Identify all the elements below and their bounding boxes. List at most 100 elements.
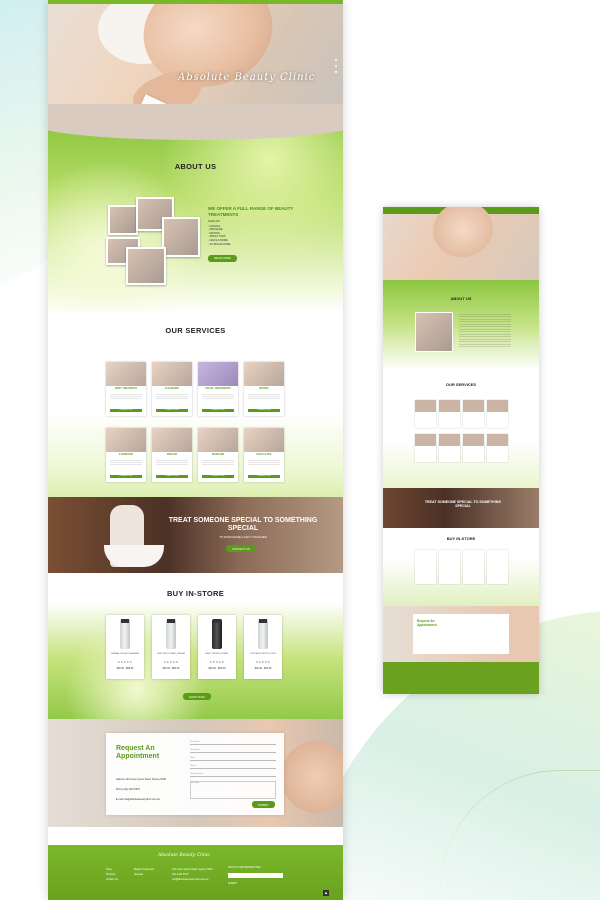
product-name: SKIN SMOOTHING CREAM (157, 653, 185, 655)
product-image (212, 619, 222, 649)
mini-hero (383, 207, 539, 280)
about-intro: SUCH AS: (208, 220, 221, 223)
shop-now-button[interactable]: SHOP NOW (183, 693, 211, 700)
learn-more-button[interactable]: LEARN MORE (110, 474, 142, 478)
phone-label: Phone (116, 788, 123, 791)
mini-voucher-title: TREAT SOMEONE SPECIAL TO SOMETHING SPECI… (424, 500, 502, 508)
service-label: SKINCARE (198, 452, 238, 457)
date-field[interactable]: Preferred Date (190, 773, 276, 777)
product-rating: ★★★★★ (163, 660, 179, 664)
service-card[interactable]: WAXING LEARN MORE (244, 362, 284, 416)
store-title: BUY IN-STORE (166, 589, 225, 598)
form-fields: First Name Last Name Email Phone Preferr… (190, 741, 276, 803)
footer-link[interactable]: Contact Us (106, 877, 118, 882)
voucher-bathtub-image (104, 545, 164, 567)
phone-field[interactable]: Phone (190, 765, 276, 769)
service-card[interactable]: MAKEUP LEARN MORE (152, 428, 192, 482)
service-card[interactable]: EYEBROWS LEARN MORE (106, 428, 146, 482)
about-title: ABOUT US (174, 162, 217, 171)
contact-info: Address 123 Lorem Ipsum Road, Sydney NSW… (116, 775, 186, 805)
gift-voucher-banner: TREAT SOMEONE SPECIAL TO SOMETHING SPECI… (48, 497, 343, 573)
footer-email: info@absolutebeautyclinic.com.au (172, 878, 209, 881)
slider-dots[interactable] (335, 59, 337, 73)
footer-links-col1: Home Products Contact Us (106, 867, 118, 882)
email-value[interactable]: info@absolutebeautyclinic.com.au (123, 798, 159, 801)
footer: Absolute Beauty Clinic Home Products Con… (48, 845, 343, 900)
service-label: NAILS & SPA (244, 452, 284, 457)
service-label: EYEBROWS (106, 452, 146, 457)
product-rating: ★★★★★ (255, 660, 271, 664)
email-label: E-mail (116, 798, 123, 801)
service-card[interactable]: NAILS & SPA LEARN MORE (244, 428, 284, 482)
last-name-field[interactable]: Last Name (190, 749, 276, 753)
service-label: MAKEUP (152, 452, 192, 457)
service-card[interactable]: CLEANSING LEARN MORE (152, 362, 192, 416)
newsletter-input[interactable] (228, 873, 283, 878)
brand-logo[interactable]: Absolute Beauty Clinic (178, 72, 315, 83)
service-image (244, 362, 284, 386)
appointment-face-image (281, 741, 343, 813)
service-label: CLEANSING (152, 386, 192, 391)
footer-contact: 123 Lorem Ipsum Road, Sydney NSW (02) 12… (172, 867, 213, 882)
service-card[interactable]: BODY TREATMENT LEARN MORE (106, 362, 146, 416)
hero-curve (48, 104, 343, 140)
appointment-form: Request An Appointment Address 123 Lorem… (106, 733, 284, 815)
mini-services: OUR SERVICES (383, 370, 539, 488)
contact-us-button[interactable]: CONTACT US (226, 545, 256, 552)
product-card[interactable]: DERMALOGICA CLEANSER ★★★★★ $35.00 - $58.00 (106, 615, 144, 679)
services-title: OUR SERVICES (165, 326, 226, 335)
message-field[interactable]: Message (190, 781, 276, 799)
product-row: DERMALOGICA CLEANSER ★★★★★ $35.00 - $58.00… (106, 615, 282, 679)
newsletter-submit[interactable]: SUBMIT (228, 881, 237, 886)
read-more-button[interactable]: READ MORE (208, 254, 237, 262)
footer-link[interactable]: Specials (134, 872, 154, 877)
service-label: WAXING (244, 386, 284, 391)
address-value: 123 Lorem Ipsum Road, Sydney NSW (125, 778, 166, 781)
email-field[interactable]: Email (190, 757, 276, 761)
appointment-title: Request An Appointment (116, 745, 160, 760)
service-image (106, 428, 146, 452)
product-name: DERMALOGICA CLEANSER (110, 653, 140, 655)
scroll-top-icon[interactable]: ▲ (323, 890, 329, 896)
services-section: OUR SERVICES BODY TREATMENT LEARN MORE CL… (48, 312, 343, 497)
product-rating: ★★★★★ (117, 660, 133, 664)
learn-more-button[interactable]: LEARN MORE (156, 474, 188, 478)
product-price: $35.00 - $58.00 (116, 667, 134, 670)
mini-appointment: Request An Appointment (383, 606, 539, 662)
product-card[interactable]: DAILY MICROFOLIANT ★★★★★ $40.00 - $65.00 (198, 615, 236, 679)
store-section: BUY IN-STORE DERMALOGICA CLEANSER ★★★★★ $3… (48, 573, 343, 719)
presentation-canvas: Absolute Beauty Clinic ABOUT US WE OFFER… (0, 0, 600, 900)
first-name-field[interactable]: First Name (190, 741, 276, 745)
footer-logo[interactable]: Absolute Beauty Clinic (158, 853, 210, 858)
product-price: $45.00 - $80.00 (162, 667, 180, 670)
mini-voucher: TREAT SOMEONE SPECIAL TO SOMETHING SPECI… (383, 488, 539, 528)
about-list-item: - SO MUCH MORE (208, 242, 231, 246)
newsletter-label: SIGN UP FOR NEWSLETTER (228, 866, 261, 869)
about-heading: WE OFFER A FULL RANGE OF BEAUTY TREATMEN… (208, 206, 294, 217)
product-image (166, 619, 176, 649)
service-card[interactable]: SKINCARE LEARN MORE (198, 428, 238, 482)
about-list: - FACIALS - MASSAGE - WAXING - SPRAY TAN… (208, 225, 316, 247)
submit-button[interactable]: SUBMIT (252, 801, 275, 808)
learn-more-button[interactable]: LEARN MORE (248, 474, 280, 478)
learn-more-button[interactable]: LEARN MORE (202, 408, 234, 412)
appointment-section: Request An Appointment Address 123 Lorem… (48, 719, 343, 827)
learn-more-button[interactable]: LEARN MORE (110, 408, 142, 412)
mini-about-title: ABOUT US (450, 296, 472, 301)
phone-value[interactable]: (02) 1234 5678 (124, 788, 140, 791)
desktop-mockup: Absolute Beauty Clinic ABOUT US WE OFFER… (48, 0, 343, 900)
product-image (120, 619, 130, 649)
product-card[interactable]: SPF FACE PROTECTION ★★★★★ $32.00 - $54.00 (244, 615, 282, 679)
mobile-mockup: ABOUT US OUR SERVICES TREAT SOMEONE SPEC… (383, 207, 539, 694)
product-name: SPF FACE PROTECTION (250, 653, 276, 655)
product-name: DAILY MICROFOLIANT (205, 653, 229, 655)
learn-more-button[interactable]: LEARN MORE (248, 408, 280, 412)
learn-more-button[interactable]: LEARN MORE (156, 408, 188, 412)
address-label: Address (116, 778, 125, 781)
mini-appointment-title: Request An Appointment (417, 619, 437, 627)
service-card[interactable]: FACIAL TREATMENTS LEARN MORE (198, 362, 238, 416)
learn-more-button[interactable]: LEARN MORE (202, 474, 234, 478)
service-label: FACIAL TREATMENTS (198, 386, 238, 391)
product-card[interactable]: SKIN SMOOTHING CREAM ★★★★★ $45.00 - $80.00 (152, 615, 190, 679)
footer-links-col2: Beauty Treatments Specials (134, 867, 154, 877)
